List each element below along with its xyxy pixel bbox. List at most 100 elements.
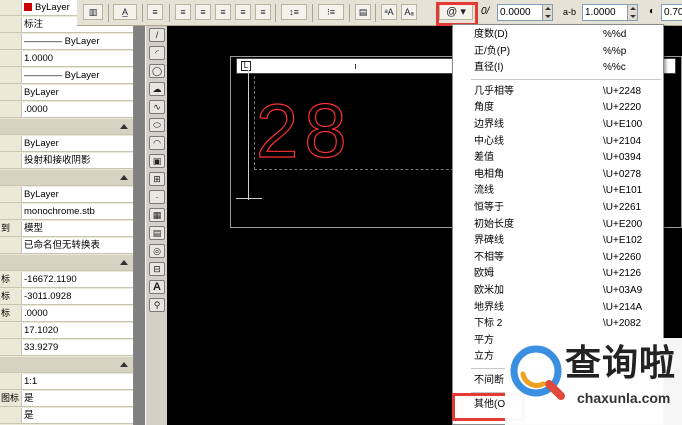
region-tool-icon[interactable]: ◎ bbox=[149, 244, 165, 258]
hatch-tool-icon[interactable]: ▦ bbox=[149, 208, 165, 222]
uppercase-icon[interactable]: ᵃA bbox=[381, 4, 397, 20]
symbol-menu-item[interactable]: 欧姆 \U+2126 bbox=[453, 265, 663, 282]
multiline-text-tool-icon[interactable]: A bbox=[149, 280, 165, 294]
property-value[interactable]: 投射和接收阴影 bbox=[24, 153, 91, 168]
collapse-arrow-icon[interactable] bbox=[120, 124, 128, 129]
circle-tool-icon[interactable]: ◯ bbox=[149, 64, 165, 78]
symbol-menu-item[interactable]: 地界线 \U+214A bbox=[453, 299, 663, 316]
property-row[interactable]: ByLayer bbox=[0, 136, 133, 152]
property-row[interactable]: 17.1020 bbox=[0, 323, 133, 339]
property-value[interactable]: 模型 bbox=[24, 221, 43, 236]
property-value[interactable]: 是 bbox=[24, 408, 34, 423]
property-value[interactable]: .0000 bbox=[24, 102, 48, 117]
collapse-arrow-icon[interactable] bbox=[120, 362, 128, 367]
symbol-menu-item[interactable]: 流线 \U+E101 bbox=[453, 182, 663, 199]
symbol-menu-item[interactable]: 几乎相等 \U+2248 bbox=[453, 83, 663, 100]
symbol-menu-item[interactable]: 边界线 \U+E100 bbox=[453, 116, 663, 133]
align-center-icon[interactable]: ≡ bbox=[195, 4, 211, 20]
oblique-spinner[interactable] bbox=[542, 5, 552, 20]
property-row[interactable]: 标 -3011.0928 bbox=[0, 289, 133, 305]
property-row[interactable]: 投射和接收阴影 bbox=[0, 153, 133, 169]
symbol-menu-item[interactable]: 角度 \U+2220 bbox=[453, 99, 663, 116]
gradient-tool-icon[interactable]: ▤ bbox=[149, 226, 165, 240]
property-row[interactable]: 33.9279 bbox=[0, 340, 133, 356]
symbol-menu-item[interactable]: 初始长度 \U+E200 bbox=[453, 216, 663, 233]
property-value[interactable]: 是 bbox=[24, 391, 34, 406]
ellipse-arc-tool-icon[interactable]: ◠ bbox=[149, 136, 165, 150]
spline-tool-icon[interactable]: ∿ bbox=[149, 100, 165, 114]
symbol-menu-item[interactable]: 界碑线 \U+E102 bbox=[453, 232, 663, 249]
property-section-header[interactable] bbox=[0, 119, 133, 135]
property-row[interactable]: ByLayer bbox=[0, 187, 133, 203]
property-value[interactable]: .0000 bbox=[24, 306, 48, 321]
property-section-header[interactable] bbox=[0, 170, 133, 186]
width-factor-field[interactable]: 0.70 bbox=[661, 4, 682, 21]
distribute-icon[interactable]: ≡ bbox=[255, 4, 271, 20]
property-value[interactable]: 17.1020 bbox=[24, 323, 58, 338]
symbol-menu-item[interactable]: 直径(I) %%c bbox=[453, 59, 663, 76]
property-value[interactable]: -16672.1190 bbox=[24, 272, 77, 287]
property-value[interactable]: ByLayer bbox=[24, 136, 59, 151]
property-value[interactable]: ByLayer bbox=[24, 85, 59, 100]
insert-block-tool-icon[interactable]: ▣ bbox=[149, 154, 165, 168]
property-row[interactable]: monochrome.stb bbox=[0, 204, 133, 220]
property-row[interactable]: ByLayer bbox=[0, 85, 133, 101]
symbol-menu-item[interactable]: 不相等 \U+2260 bbox=[453, 249, 663, 266]
paragraph-icon[interactable]: ≡ bbox=[147, 4, 163, 20]
symbol-menu-item[interactable]: 下标 2 \U+2082 bbox=[453, 315, 663, 332]
symbol-menu-item[interactable]: 度数(D) %%d bbox=[453, 26, 663, 43]
property-value[interactable]: 33.9279 bbox=[24, 340, 58, 355]
property-value[interactable]: 1:1 bbox=[24, 374, 37, 389]
collapse-arrow-icon[interactable] bbox=[120, 175, 128, 180]
ellipse-tool-icon[interactable]: ⬭ bbox=[149, 118, 165, 132]
revcloud-tool-icon[interactable]: ☁ bbox=[149, 82, 165, 96]
property-row[interactable]: 已命名但无转换表 bbox=[0, 238, 133, 254]
property-row[interactable]: ———— ByLayer bbox=[0, 34, 133, 50]
symbol-menu-item[interactable]: 恒等于 \U+2261 bbox=[453, 199, 663, 216]
mtext-content[interactable]: 28 bbox=[255, 93, 353, 170]
property-row[interactable]: 图标是 bbox=[0, 391, 133, 407]
oblique-angle-field[interactable]: 0.0000 bbox=[497, 4, 553, 21]
property-row[interactable]: .0000 bbox=[0, 102, 133, 118]
property-row[interactable]: 到模型 bbox=[0, 221, 133, 237]
property-value[interactable]: 标注 bbox=[24, 17, 43, 32]
table-tool-icon[interactable]: ⊟ bbox=[149, 262, 165, 276]
numbering-icon[interactable]: ⁝≡ bbox=[318, 4, 344, 20]
property-row[interactable]: ———— ByLayer bbox=[0, 68, 133, 84]
symbol-menu-item[interactable]: 差值 \U+0394 bbox=[453, 149, 663, 166]
property-value[interactable]: ———— ByLayer bbox=[24, 34, 100, 49]
align-right-icon[interactable]: ≡ bbox=[215, 4, 231, 20]
property-value[interactable]: ByLayer bbox=[24, 187, 59, 202]
symbol-menu-item[interactable]: 正/负(P) %%p bbox=[453, 43, 663, 60]
property-value[interactable]: 1.0000 bbox=[24, 51, 53, 66]
line-tool-icon[interactable]: / bbox=[149, 28, 165, 42]
lowercase-icon[interactable]: Aₐ bbox=[401, 4, 417, 20]
property-row[interactable]: 标 .0000 bbox=[0, 306, 133, 322]
line-spacing-icon[interactable]: ↕≡ bbox=[281, 4, 307, 20]
property-section-header[interactable] bbox=[0, 357, 133, 373]
property-row[interactable]: 1.0000 bbox=[0, 51, 133, 67]
add-selected-tool-icon[interactable]: ⚲ bbox=[149, 298, 165, 312]
property-value[interactable]: monochrome.stb bbox=[24, 204, 95, 219]
justify-icon[interactable]: ≡ bbox=[235, 4, 251, 20]
symbol-menu-item[interactable]: 中心线 \U+2104 bbox=[453, 133, 663, 150]
property-value[interactable]: ByLayer bbox=[24, 0, 70, 15]
property-row[interactable]: 是 bbox=[0, 408, 133, 424]
property-value[interactable]: 已命名但无转换表 bbox=[24, 238, 100, 253]
arc-tool-icon[interactable]: ◜ bbox=[149, 46, 165, 60]
property-section-header[interactable] bbox=[0, 255, 133, 271]
tracking-spinner[interactable] bbox=[627, 5, 637, 20]
symbol-menu-item[interactable]: 欧米加 \U+03A9 bbox=[453, 282, 663, 299]
align-left-icon[interactable]: ≡ bbox=[175, 4, 191, 20]
property-row[interactable]: 标 -16672.1190 bbox=[0, 272, 133, 288]
property-value[interactable]: -3011.0928 bbox=[24, 289, 71, 304]
tracking-field[interactable]: 1.0000 bbox=[582, 4, 638, 21]
tab-stop-icon[interactable]: L bbox=[241, 61, 251, 71]
collapse-arrow-icon[interactable] bbox=[120, 260, 128, 265]
mtext-justify-icon[interactable]: A̲ bbox=[113, 4, 137, 20]
property-value[interactable]: ———— ByLayer bbox=[24, 68, 100, 83]
property-row[interactable]: 1:1 bbox=[0, 374, 133, 390]
insert-field-icon[interactable]: ▤ bbox=[355, 4, 371, 20]
point-tool-icon[interactable]: · bbox=[149, 190, 165, 204]
columns-icon[interactable]: ▥ bbox=[83, 4, 103, 20]
